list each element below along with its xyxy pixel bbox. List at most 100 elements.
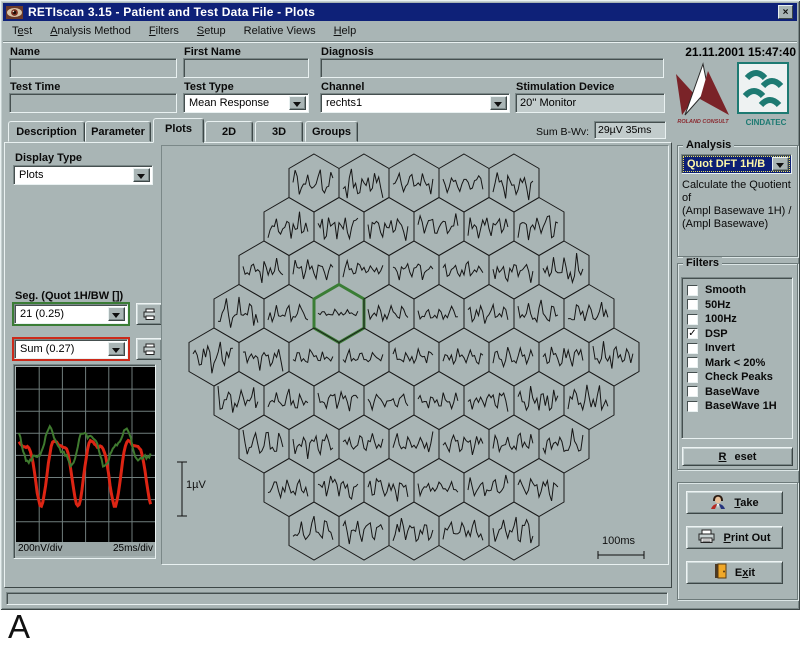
tab-groups[interactable]: Groups <box>305 121 358 142</box>
hex-segment-23[interactable] <box>414 285 464 343</box>
hex-segment-21[interactable] <box>314 285 364 343</box>
tab-2d[interactable]: 2D <box>205 121 253 142</box>
close-button[interactable]: × <box>778 5 793 19</box>
menu-item-setup[interactable]: Setup <box>188 21 235 41</box>
checkbox-checked[interactable]: ✓ <box>687 328 698 339</box>
menu-item-analysis-method[interactable]: Analysis Method <box>41 21 140 41</box>
hex-segment-38[interactable] <box>314 372 364 430</box>
hex-segment-47[interactable] <box>389 415 439 473</box>
chevron-down-icon[interactable] <box>133 168 150 182</box>
menu-item-test[interactable]: Test <box>3 21 41 41</box>
menu-item-filters[interactable]: Filters <box>140 21 188 41</box>
hex-segment-7[interactable] <box>314 198 364 256</box>
tab-parameter[interactable]: Parameter <box>85 121 151 142</box>
hex-segment-51[interactable] <box>264 459 314 517</box>
hex-segment-3[interactable] <box>389 154 439 212</box>
print-out-button[interactable]: Print Out <box>686 526 783 549</box>
hex-segment-59[interactable] <box>389 502 439 560</box>
chevron-down-icon[interactable] <box>289 96 306 110</box>
hex-segment-9[interactable] <box>414 198 464 256</box>
hex-segment-2[interactable] <box>339 154 389 212</box>
hex-segment-39[interactable] <box>364 372 414 430</box>
hex-segment-53[interactable] <box>364 459 414 517</box>
checkbox-unchecked[interactable] <box>687 285 698 296</box>
hex-segment-32[interactable] <box>439 328 489 386</box>
channel-select[interactable]: rechts1 <box>320 93 510 113</box>
checkbox-unchecked[interactable] <box>687 372 698 383</box>
take-button[interactable]: Take <box>686 491 783 514</box>
hex-segment-18[interactable] <box>539 241 589 299</box>
hex-segment-17[interactable] <box>489 241 539 299</box>
test-type-select[interactable]: Mean Response <box>183 93 309 113</box>
seg-select-1[interactable]: 21 (0.25) <box>14 304 128 324</box>
hex-segment-12[interactable] <box>239 241 289 299</box>
print-sum-button[interactable] <box>136 338 162 360</box>
print-segment-button[interactable] <box>136 303 162 325</box>
hex-segment-58[interactable] <box>339 502 389 560</box>
chevron-down-icon[interactable] <box>108 307 125 321</box>
diagnosis-input[interactable] <box>320 58 664 78</box>
hex-segment-26[interactable] <box>564 285 614 343</box>
hex-segment-10[interactable] <box>464 198 514 256</box>
hex-segment-57[interactable] <box>289 502 339 560</box>
hex-segment-52[interactable] <box>314 459 364 517</box>
hex-segment-28[interactable] <box>239 328 289 386</box>
hex-segment-40[interactable] <box>414 372 464 430</box>
reset-button[interactable]: Reset <box>682 447 793 466</box>
hex-segment-1[interactable] <box>289 154 339 212</box>
hex-segment-54[interactable] <box>414 459 464 517</box>
hex-segment-8[interactable] <box>364 198 414 256</box>
tab-plots[interactable]: Plots <box>153 118 204 143</box>
checkbox-unchecked[interactable] <box>687 299 698 310</box>
hex-segment-15[interactable] <box>389 241 439 299</box>
hex-segment-6[interactable] <box>264 198 314 256</box>
first-name-input[interactable] <box>183 58 309 78</box>
hex-segment-19[interactable] <box>214 285 264 343</box>
hex-segment-44[interactable] <box>239 415 289 473</box>
hex-segment-16[interactable] <box>439 241 489 299</box>
hex-segment-48[interactable] <box>439 415 489 473</box>
title-bar[interactable]: RETIscan 3.15 - Patient and Test Data Fi… <box>3 3 797 21</box>
name-input[interactable] <box>9 58 177 78</box>
exit-button[interactable]: Exit <box>686 561 783 584</box>
hex-segment-46[interactable] <box>339 415 389 473</box>
hex-segment-37[interactable] <box>264 372 314 430</box>
hex-segment-22[interactable] <box>364 285 414 343</box>
analysis-method-select[interactable]: Quot DFT 1H/B <box>681 154 792 174</box>
test-time-input[interactable] <box>9 93 177 113</box>
hex-segment-27[interactable] <box>189 328 239 386</box>
hex-segment-60[interactable] <box>439 502 489 560</box>
chevron-down-icon[interactable] <box>772 157 789 171</box>
display-type-select[interactable]: Plots <box>13 165 153 185</box>
hex-segment-56[interactable] <box>514 459 564 517</box>
hex-segment-34[interactable] <box>539 328 589 386</box>
checkbox-unchecked[interactable] <box>687 314 698 325</box>
menu-item-help[interactable]: Help <box>325 21 366 41</box>
chevron-down-icon[interactable] <box>490 96 507 110</box>
hex-segment-20[interactable] <box>264 285 314 343</box>
checkbox-unchecked[interactable] <box>687 386 698 397</box>
hex-segment-31[interactable] <box>389 328 439 386</box>
hex-segment-45[interactable] <box>289 415 339 473</box>
hex-segment-25[interactable] <box>514 285 564 343</box>
hex-segment-24[interactable] <box>464 285 514 343</box>
checkbox-unchecked[interactable] <box>687 401 698 412</box>
hex-segment-43[interactable] <box>564 372 614 430</box>
hex-segment-5[interactable] <box>489 154 539 212</box>
hex-segment-11[interactable] <box>514 198 564 256</box>
hex-segment-33[interactable] <box>489 328 539 386</box>
tab-3d[interactable]: 3D <box>255 121 303 142</box>
hex-segment-4[interactable] <box>439 154 489 212</box>
tab-description[interactable]: Description <box>8 121 85 142</box>
hex-segment-42[interactable] <box>514 372 564 430</box>
hex-segment-36[interactable] <box>214 372 264 430</box>
hex-segment-61[interactable] <box>489 502 539 560</box>
hex-segment-55[interactable] <box>464 459 514 517</box>
hex-segment-41[interactable] <box>464 372 514 430</box>
seg-select-2[interactable]: Sum (0.27) <box>14 339 128 359</box>
checkbox-unchecked[interactable] <box>687 357 698 368</box>
menu-item-relative-views[interactable]: Relative Views <box>235 21 325 41</box>
hex-segment-35[interactable] <box>589 328 639 386</box>
hex-segment-49[interactable] <box>489 415 539 473</box>
checkbox-unchecked[interactable] <box>687 343 698 354</box>
